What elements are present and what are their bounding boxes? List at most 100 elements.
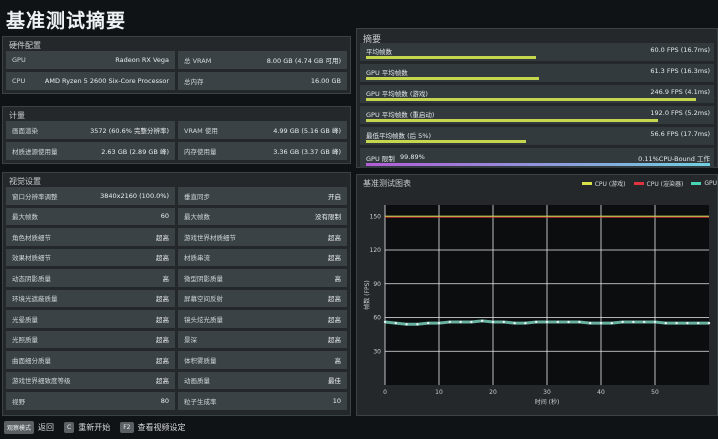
memory-label: 内存使用量 — [184, 148, 217, 156]
texture-cell: 材质进源使用量 2.63 GB (2.89 GB 峰) — [6, 142, 175, 160]
summary-row: 平均帧数 60.0 FPS (16.7ms) — [360, 43, 714, 61]
setting-label: 曲面细分质量 — [12, 356, 51, 365]
restart-key: C — [64, 422, 75, 433]
setting-label: 光晕质量 — [12, 315, 38, 324]
setting-value: 超高 — [156, 356, 169, 365]
setting-value: 超高 — [328, 336, 341, 345]
ram-cell: 总内存 16.00 GB — [178, 72, 347, 90]
gpu-data-point — [470, 320, 473, 324]
x-tick-label: 30 — [543, 389, 551, 396]
ram-value: 16.00 GB — [310, 77, 341, 85]
setting-label: 窗口分辨率调整 — [12, 192, 58, 201]
settings-row: 光照质量 超高 景深 超高 — [6, 330, 347, 348]
gpu-data-point — [524, 321, 527, 325]
setting-cell: 镜头炫光质量 超高 — [178, 310, 347, 328]
gpu-data-point — [481, 319, 484, 323]
summary-value: 60.0 FPS (16.7ms) — [650, 46, 710, 54]
gpu-label: GPU — [12, 56, 26, 64]
observe-mode-button[interactable]: 观察模式 — [4, 421, 35, 434]
summary-panel: 摘要 平均帧数 60.0 FPS (16.7ms) GPU 平均帧数 61.3 FPS… — [356, 28, 718, 168]
hardware-panel: 硬件配置 GPU Radeon RX Vega 总 VRAM 8.00 GB (4.… — [2, 36, 351, 94]
summary-row: GPU 平均帧数 (重启动) 192.0 FPS (5.2ms) — [360, 106, 714, 124]
setting-label: 景深 — [184, 336, 197, 345]
summary-bar — [366, 98, 696, 101]
setting-cell: 最大帧数 没有限制 — [178, 207, 347, 225]
compute-title: 计量 — [9, 111, 25, 120]
setting-label: 最大帧数 — [184, 213, 210, 222]
setting-cell: 景深 超高 — [178, 330, 347, 348]
gpu-limit-bar — [366, 163, 710, 166]
settings-row: 角色材质细节 超高 游戏世界材质细节 超高 — [6, 228, 347, 246]
hardware-row: GPU Radeon RX Vega 总 VRAM 8.00 GB (4.74 GB… — [6, 51, 347, 69]
legend-item: CPU (渲染器) — [633, 179, 683, 188]
legend-label: CPU (游戏) — [594, 181, 626, 188]
legend-item: CPU (游戏) — [581, 179, 626, 188]
summary-value: 192.0 FPS (5.2ms) — [650, 109, 710, 117]
setting-value: 60 — [160, 212, 169, 221]
gpu-data-point — [589, 321, 592, 325]
summary-row: 最低平均帧数 (后 5%) 56.6 FPS (17.7ms) — [360, 127, 714, 145]
y-axis-label: 帧数 (FPS) — [363, 280, 371, 309]
settings-row: 动态阴影质量 高 微型阴影质量 高 — [6, 269, 347, 287]
setting-value: 超高 — [156, 295, 169, 304]
gpu-data-point — [686, 321, 689, 325]
setting-cell: 角色材质细节 超高 — [6, 228, 175, 246]
summary-label: GPU 平均帧数 (游戏) — [366, 90, 428, 98]
setting-value: 超高 — [328, 254, 341, 263]
gpu-data-point — [697, 321, 700, 325]
summary-bar — [366, 119, 659, 122]
x-tick-label: 0 — [383, 389, 387, 396]
gpu-data-point — [394, 321, 397, 325]
setting-label: 效果材质细节 — [12, 254, 51, 263]
benchmark-chart: 0 10 20 30 40 50 30 60 90 120 150 时间 (秒) 帧数 (FPS) — [363, 205, 711, 406]
gpu-data-point — [427, 321, 430, 325]
restart-button[interactable]: 重新开始 — [78, 422, 110, 433]
setting-cell: 光晕质量 超高 — [6, 310, 175, 328]
setting-label: 游戏世界细致度等级 — [12, 377, 71, 386]
cpu-value: AMD Ryzen 5 2600 Six-Core Processor — [44, 77, 169, 85]
gpu-data-point — [437, 321, 441, 325]
setting-value: 3840x2160 (100.0%) — [100, 191, 169, 200]
legend-swatch — [581, 182, 592, 185]
gpu-data-point — [653, 320, 657, 324]
back-button[interactable]: 返回 — [38, 422, 54, 433]
settings-title: 视觉设置 — [9, 177, 41, 186]
gpu-data-point — [621, 320, 624, 324]
gpu-data-point — [632, 320, 635, 324]
settings-row: 窗口分辨率调整 3840x2160 (100.0%) 垂直同步 开启 — [6, 187, 347, 205]
setting-cell: 环境光遮蔽质量 超高 — [6, 289, 175, 307]
cpu-label: CPU — [12, 77, 26, 85]
setting-label: 游戏世界材质细节 — [184, 233, 236, 242]
render-label: 画面渲染 — [12, 127, 38, 135]
setting-cell: 曲面细分质量 超高 — [6, 351, 175, 369]
texture-value: 2.63 GB (2.89 GB 峰) — [101, 148, 169, 156]
memory-cell: 内存使用量 3.36 GB (3.37 GB 峰) — [178, 142, 347, 160]
setting-label: 光照质量 — [12, 336, 38, 345]
setting-value: 超高 — [328, 233, 341, 242]
cpu-bound-value: 0.11%CPU-Bound 工作 — [638, 155, 710, 163]
setting-cell: 屏幕空间反射 超高 — [178, 289, 347, 307]
compute-row: 画面渲染 3572 (60.6% 完整分辨率) VRAM 使用 4.99 GB (5… — [6, 121, 347, 139]
x-tick-label: 40 — [597, 389, 605, 396]
settings-row: 曲面细分质量 超高 体积雾质量 高 — [6, 351, 347, 369]
video-settings-button[interactable]: 查看视频设定 — [138, 422, 186, 433]
settings-row: 视野 80 粒子生成率 10 — [6, 392, 347, 410]
setting-cell: 体积雾质量 高 — [178, 351, 347, 369]
cpu-cell: CPU AMD Ryzen 5 2600 Six-Core Processor — [6, 72, 175, 90]
summary-value: 61.3 FPS (16.3ms) — [650, 67, 710, 75]
setting-value: 超高 — [156, 336, 169, 345]
setting-value: 超高 — [328, 295, 341, 304]
summary-list: 平均帧数 60.0 FPS (16.7ms) GPU 平均帧数 61.3 FPS (1… — [357, 43, 717, 145]
x-tick-label: 50 — [651, 389, 659, 396]
gpu-limit-pct: 99.89% — [400, 153, 425, 161]
gpu-data-point — [545, 320, 549, 324]
summary-bar — [366, 140, 526, 143]
gpu-data-point — [610, 321, 613, 325]
summary-row: GPU 平均帧数 61.3 FPS (16.3ms) — [360, 64, 714, 82]
gpu-data-point — [675, 321, 678, 325]
setting-label: 镜头炫光质量 — [184, 315, 223, 324]
setting-value: 高 — [334, 274, 342, 283]
gpu-value: Radeon RX Vega — [115, 56, 169, 64]
video-key: F2 — [120, 422, 134, 433]
gpu-data-point — [448, 320, 451, 324]
